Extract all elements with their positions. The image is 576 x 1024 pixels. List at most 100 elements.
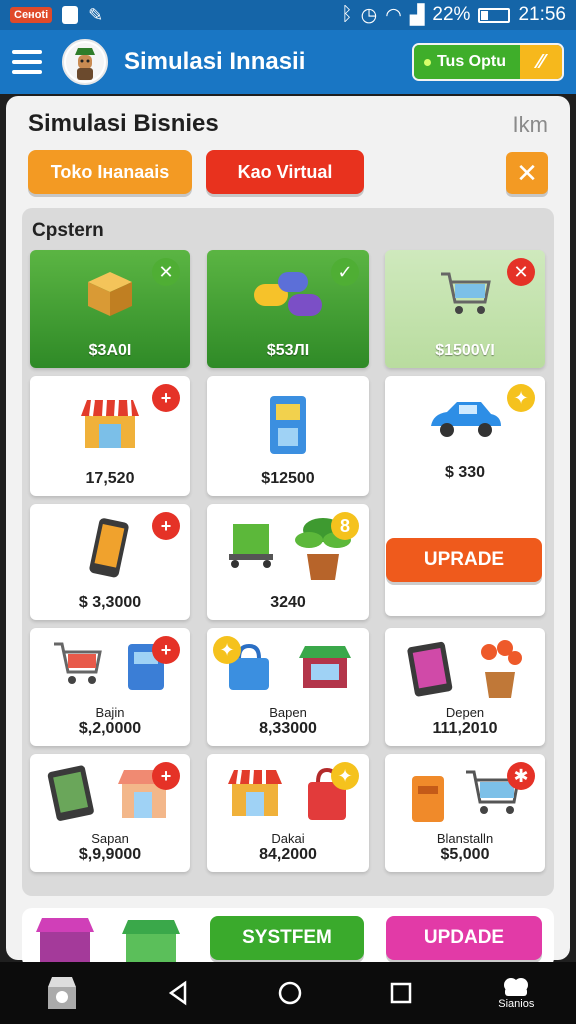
business-card-machine[interactable]: $12500: [207, 376, 369, 496]
card-badge[interactable]: +: [152, 512, 180, 540]
card-value: $53ЛI: [266, 342, 310, 359]
back-icon: [168, 980, 186, 1006]
shop-icon: [81, 399, 139, 448]
home-button[interactable]: [276, 979, 304, 1007]
page-title: Simulasi Bisnies: [28, 110, 219, 137]
card-value: $,9,9000: [78, 846, 142, 863]
tab-virtual[interactable]: Kao Virtual: [206, 150, 364, 194]
card-value: $12500: [261, 470, 315, 487]
card-value: 84,2000: [259, 846, 317, 863]
card-badge[interactable]: +: [152, 384, 180, 412]
battery-icon: [478, 7, 511, 23]
nav-bar: Sianios: [0, 962, 576, 1024]
battery-percent: 22%: [432, 4, 471, 25]
business-card-gallery[interactable]: + Sapan $,9,9000: [30, 754, 190, 872]
card-badge[interactable]: 8: [331, 512, 359, 540]
business-card-tablet[interactable]: Depen 111,2010: [385, 628, 545, 746]
phone-icon: [89, 518, 129, 578]
card-value: $,2,0000: [78, 720, 142, 737]
card-value: $ 3,3000: [78, 594, 142, 611]
options-button-label: Tus Optu: [413, 45, 520, 79]
card-value: 8,33000: [259, 720, 317, 737]
card-badge[interactable]: +: [152, 762, 180, 790]
card-name: Bapen: [269, 705, 307, 720]
business-card-bag[interactable]: ✦ Bapen 8,33000: [207, 628, 369, 746]
kiosk-icon: [270, 396, 306, 454]
car-icon: [431, 402, 501, 437]
card-value: $3A0I: [88, 342, 132, 359]
signal-icon: ▟: [409, 4, 425, 26]
business-card-market[interactable]: ✦ Dakai 84,2000: [207, 754, 369, 872]
card-name: Dakai: [271, 831, 305, 846]
bottom-toolbar: SYSTFEM UPDADE: [22, 908, 554, 970]
card-value: $5,000: [440, 846, 490, 863]
app-title: Simulasi Innasii: [124, 48, 306, 75]
section-title: Cpstern: [32, 220, 104, 241]
card-value: $ 330: [444, 464, 486, 481]
business-card-cart[interactable]: ✕ $1500VI: [385, 250, 545, 368]
shop-icon: [47, 977, 76, 1009]
bag-icon: [412, 776, 444, 822]
card-badge[interactable]: ✕: [507, 258, 535, 286]
business-card-supplies[interactable]: ✓ $53ЛI: [207, 250, 369, 368]
star-badge[interactable]: ✦: [331, 762, 359, 790]
merchant-avatar-icon: [66, 43, 104, 81]
card-name: Sapan: [91, 831, 129, 846]
panel-right-label: Ikm: [512, 112, 548, 137]
edit-icon: ✎: [88, 4, 104, 25]
star-badge[interactable]: ✦: [507, 384, 535, 412]
card-badge[interactable]: +: [152, 636, 180, 664]
home-icon: [278, 981, 302, 1005]
card-badge[interactable]: ✓: [331, 258, 359, 286]
recents-icon: [390, 982, 412, 1004]
card-name: Bajin: [95, 705, 125, 720]
status-bar: Cеноti ✎ ᛒ ◷ ◠ ▟ 22% 21:56: [0, 0, 576, 30]
close-button[interactable]: ✕: [506, 152, 548, 194]
clock: 21:56: [518, 4, 566, 25]
flower-pot-icon: [481, 640, 522, 698]
stall-icon: [299, 646, 351, 688]
shop-nav-button[interactable]: [42, 973, 82, 1013]
notification-icon: [62, 6, 79, 24]
card-value: 3240: [270, 594, 306, 611]
card-badge[interactable]: ✕: [152, 258, 180, 286]
business-card-store[interactable]: + 17,520: [30, 376, 190, 496]
business-card-box[interactable]: ✕ $3A0I: [30, 250, 190, 368]
edit-icon: ⁄⁄: [520, 45, 562, 79]
tab-toko[interactable]: Toko Iнanaais: [28, 150, 192, 194]
tablet-icon: [407, 641, 453, 697]
crate-icon: [229, 524, 273, 568]
cart-icon: [54, 642, 102, 684]
alarm-icon: ◷: [360, 4, 378, 26]
card-value: $1500VI: [435, 342, 495, 359]
app-bar: Simulasi Innasii Tus Optu ⁄⁄: [0, 30, 576, 94]
recents-button[interactable]: [387, 979, 415, 1007]
box-icon: [88, 272, 132, 316]
profile-icon: [504, 978, 529, 996]
frame-icon: [47, 765, 94, 821]
business-card-phone[interactable]: + $ 3,3000: [30, 504, 190, 620]
cart-icon: [441, 272, 491, 314]
bluetooth-icon: ᛒ: [341, 4, 353, 25]
profile-nav-button[interactable]: Sianios: [498, 976, 534, 1010]
business-card-plant[interactable]: 8 3240: [207, 504, 369, 620]
profile-nav-label: Sianios: [498, 998, 535, 1010]
options-button[interactable]: Tus Optu ⁄⁄: [411, 43, 564, 81]
upgrade-button-bottom[interactable]: UPDADE: [386, 916, 542, 960]
back-button[interactable]: [165, 979, 193, 1007]
business-grid-panel: Cpstern ✕ $3A0I ✓ $53ЛI ✕ $1500VI + 17,5…: [22, 208, 554, 896]
business-card-stall[interactable]: ✱ Blanstalln $5,000: [385, 754, 545, 872]
rolls-icon: [254, 272, 322, 316]
upgrade-button[interactable]: UPRADE: [386, 538, 542, 582]
carrier-label: Cеноti: [10, 7, 53, 23]
card-name: Blanstalln: [436, 831, 494, 846]
star-badge[interactable]: ✦: [213, 636, 241, 664]
card-badge[interactable]: ✱: [507, 762, 535, 790]
menu-icon[interactable]: [12, 50, 42, 74]
business-card-cart-2[interactable]: + Bajin $,2,0000: [30, 628, 190, 746]
card-value: 111,2010: [432, 720, 498, 737]
card-name: Depen: [445, 705, 485, 720]
avatar[interactable]: [62, 39, 108, 85]
system-button[interactable]: SYSTFEM: [210, 916, 364, 960]
shop-icon: [228, 769, 282, 816]
